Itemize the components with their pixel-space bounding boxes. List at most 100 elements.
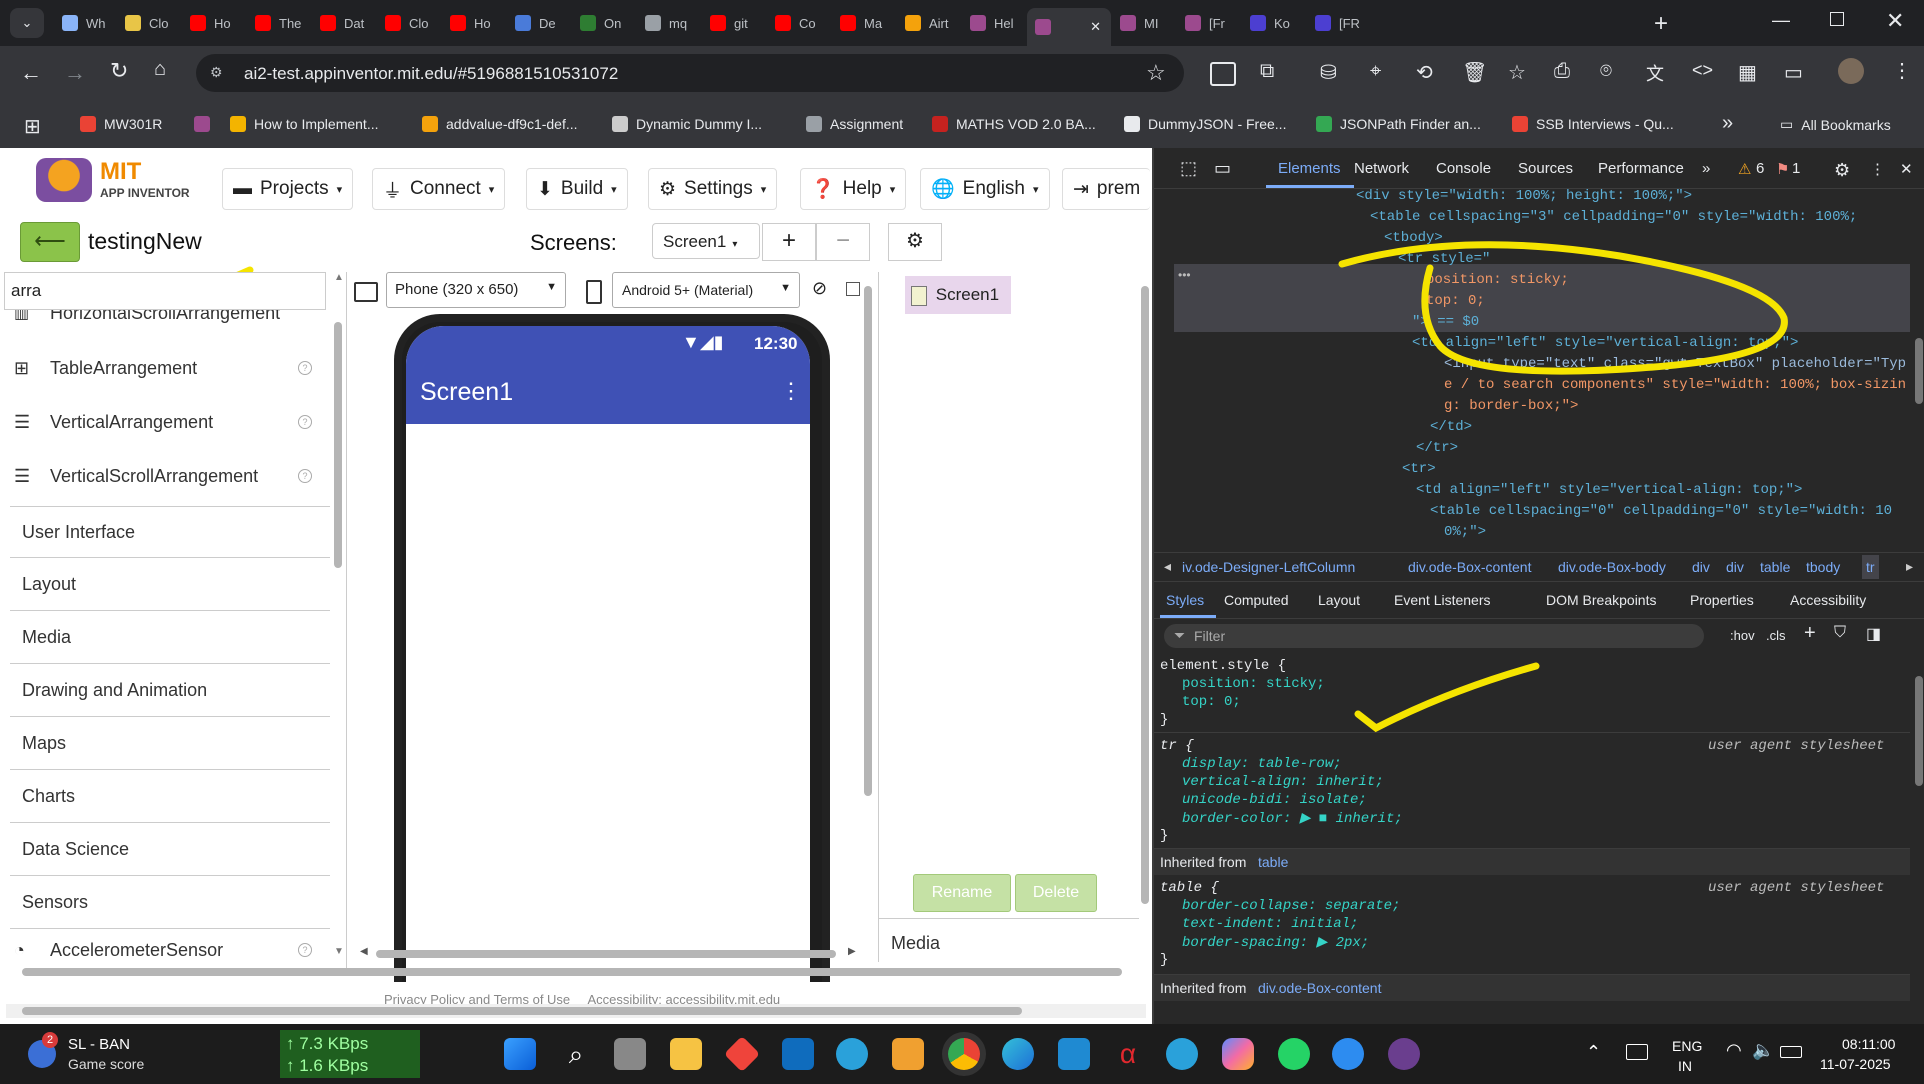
code-icon[interactable]: <>	[1692, 60, 1713, 81]
rule-property[interactable]: vertical-align: inherit;	[1182, 774, 1384, 790]
minimize-button[interactable]: —	[1772, 10, 1790, 31]
more-tabs-icon[interactable]: »	[1702, 160, 1710, 177]
devtools-tab-performance[interactable]: Performance	[1598, 160, 1684, 177]
new-rule-icon[interactable]: +	[1804, 622, 1816, 645]
rule-property[interactable]: text-indent: initial;	[1182, 916, 1358, 932]
wifi-icon[interactable]: ◠	[1726, 1040, 1742, 1061]
rule-property[interactable]: display: table-row;	[1182, 756, 1342, 772]
dom-line[interactable]: 0%;">	[1444, 524, 1486, 540]
app-bar[interactable]: Screen1 ⋮	[406, 362, 810, 424]
device-toolbar-icon[interactable]: ▭	[1214, 158, 1231, 179]
battery-icon[interactable]	[1780, 1046, 1802, 1058]
bookmark-item[interactable]: MW301R	[80, 116, 162, 132]
avatar[interactable]	[1838, 58, 1864, 84]
home-icon[interactable]: ⌂	[154, 58, 166, 81]
scroll-thumb[interactable]	[376, 950, 836, 958]
scroll-thumb[interactable]	[1141, 286, 1149, 904]
bookmark-item[interactable]: addvalue-df9c1-def...	[422, 116, 578, 132]
delete-button[interactable]: Delete	[1015, 874, 1097, 912]
breadcrumb-item[interactable]: table	[1760, 559, 1790, 575]
language-indicator[interactable]: ENG	[1672, 1038, 1702, 1054]
inherited-link[interactable]: div.ode-Box-content	[1258, 980, 1381, 996]
breadcrumb-right-arrow[interactable]: ▸	[1906, 558, 1913, 575]
browser-tab[interactable]: mq	[637, 8, 701, 38]
back-button[interactable]: ⟵	[20, 222, 80, 262]
viewer-h-scrollbar[interactable]: ◀ ▶	[360, 946, 860, 960]
search-input[interactable]: arra	[4, 272, 326, 310]
browser-tab[interactable]: Hel	[962, 8, 1026, 38]
rule-property[interactable]: top: 0;	[1182, 694, 1241, 710]
browser-tab[interactable]: On	[572, 8, 636, 38]
bookmark-item[interactable]: Assignment	[806, 116, 903, 132]
scroll-thumb[interactable]	[334, 322, 342, 568]
scroll-down-arrow[interactable]: ▼	[334, 946, 344, 957]
store-icon[interactable]	[892, 1038, 924, 1070]
phone-screen[interactable]: ▼◢▮ 12:30 Screen1 ⋮	[406, 326, 810, 986]
bookmark-item[interactable]: JSONPath Finder an...	[1316, 116, 1481, 132]
bookmark-item[interactable]: MATHS VOD 2.0 BA...	[932, 116, 1096, 132]
new-tab-button[interactable]: +	[1654, 10, 1668, 38]
clock-time[interactable]: 08:11:00	[1842, 1036, 1895, 1052]
help-icon[interactable]: ?	[298, 361, 312, 375]
restore-button[interactable]	[1830, 12, 1844, 26]
more-bookmarks-icon[interactable]: »	[1722, 112, 1733, 135]
components-scrollbar[interactable]	[1139, 272, 1151, 962]
scroll-thumb[interactable]	[22, 968, 1122, 976]
clock-date[interactable]: 11-07-2025	[1820, 1056, 1891, 1072]
history-icon[interactable]: ⟲	[1416, 60, 1433, 85]
bookmark-item[interactable]: SSB Interviews - Qu...	[1512, 116, 1674, 132]
scroll-thumb[interactable]	[22, 1007, 1022, 1015]
premium-menu[interactable]: ⇥ prem	[1062, 168, 1151, 210]
browser-tab[interactable]: Co	[767, 8, 831, 38]
chrome-icon[interactable]	[948, 1038, 980, 1070]
grid-icon[interactable]: ▦	[1738, 60, 1757, 85]
category-sensors[interactable]: Sensors	[10, 877, 330, 929]
rule-selector[interactable]: table {	[1160, 880, 1219, 896]
rule-property[interactable]: border-color: ▶ ■ inherit;	[1182, 810, 1403, 827]
category-data-science[interactable]: Data Science	[10, 824, 330, 876]
scroll-thumb[interactable]	[1915, 676, 1923, 786]
location-icon[interactable]: ⌖	[1370, 60, 1381, 83]
category-layout[interactable]: Layout	[10, 559, 330, 611]
dom-line[interactable]: <table cellspacing="3" cellpadding="0" s…	[1370, 209, 1857, 225]
devtools-tab-elements[interactable]: Elements	[1266, 148, 1354, 188]
tree-item-screen1[interactable]: Screen1	[905, 276, 1011, 314]
translate-icon[interactable]: 文	[1646, 60, 1664, 86]
category-maps[interactable]: Maps	[10, 718, 330, 770]
projects-menu[interactable]: ▬ Projects ▾	[222, 168, 354, 210]
breadcrumb-item[interactable]: div.ode-Box-content	[1408, 559, 1531, 575]
copilot-icon[interactable]	[1222, 1038, 1254, 1070]
browser-tab[interactable]: [Fr	[1177, 8, 1241, 38]
browser-tab[interactable]: Clo	[117, 8, 181, 38]
help-icon[interactable]: ?	[298, 943, 312, 957]
forward-icon[interactable]: →	[64, 60, 86, 86]
build-menu[interactable]: ⬇ Build ▾	[526, 168, 628, 210]
extensions-icon[interactable]: ⧉	[1260, 60, 1274, 83]
phone-size-select[interactable]: Phone (320 x 650) ▼	[386, 272, 566, 308]
dom-line[interactable]: </tr>	[1416, 440, 1458, 456]
browser-tab[interactable]: Ma	[832, 8, 896, 38]
tab-event-listeners[interactable]: Event Listeners	[1394, 592, 1491, 608]
tab-accessibility[interactable]: Accessibility	[1790, 592, 1866, 608]
browser-tab[interactable]: [FR	[1307, 8, 1371, 38]
help-icon[interactable]: ?	[298, 469, 312, 483]
search-icon[interactable]: ⌕	[560, 1038, 592, 1070]
acrobat-icon[interactable]: α	[1112, 1038, 1144, 1070]
reader-icon[interactable]: ▭	[1784, 60, 1803, 85]
breadcrumb-item[interactable]: div.ode-Box-body	[1558, 559, 1666, 575]
rule-property[interactable]: border-spacing: ▶ 2px;	[1182, 934, 1369, 951]
ellipsis-icon[interactable]: •••	[1178, 268, 1191, 282]
rule-selector[interactable]: element.style {	[1160, 658, 1286, 674]
browser-tab[interactable]: Ho	[182, 8, 246, 38]
scroll-up-arrow[interactable]: ▲	[334, 272, 344, 283]
bookmark-item[interactable]: Dynamic Dummy I...	[612, 116, 762, 132]
anydesk-icon[interactable]	[723, 1035, 761, 1073]
breadcrumb-item[interactable]: div	[1692, 559, 1710, 575]
overflow-menu-icon[interactable]: ⋮	[780, 378, 802, 404]
site-info-icon[interactable]: ⚙	[210, 64, 223, 81]
translate-extension-icon[interactable]	[1210, 62, 1236, 86]
url-text[interactable]: ai2-test.appinventor.mit.edu/#5196881510…	[244, 64, 618, 84]
breadcrumb-left-arrow[interactable]: ◂	[1164, 558, 1171, 575]
dom-line[interactable]: </td>	[1430, 419, 1472, 435]
palette-item-verticalscroll[interactable]: ☰ VerticalScrollArrangement ?	[14, 450, 324, 502]
